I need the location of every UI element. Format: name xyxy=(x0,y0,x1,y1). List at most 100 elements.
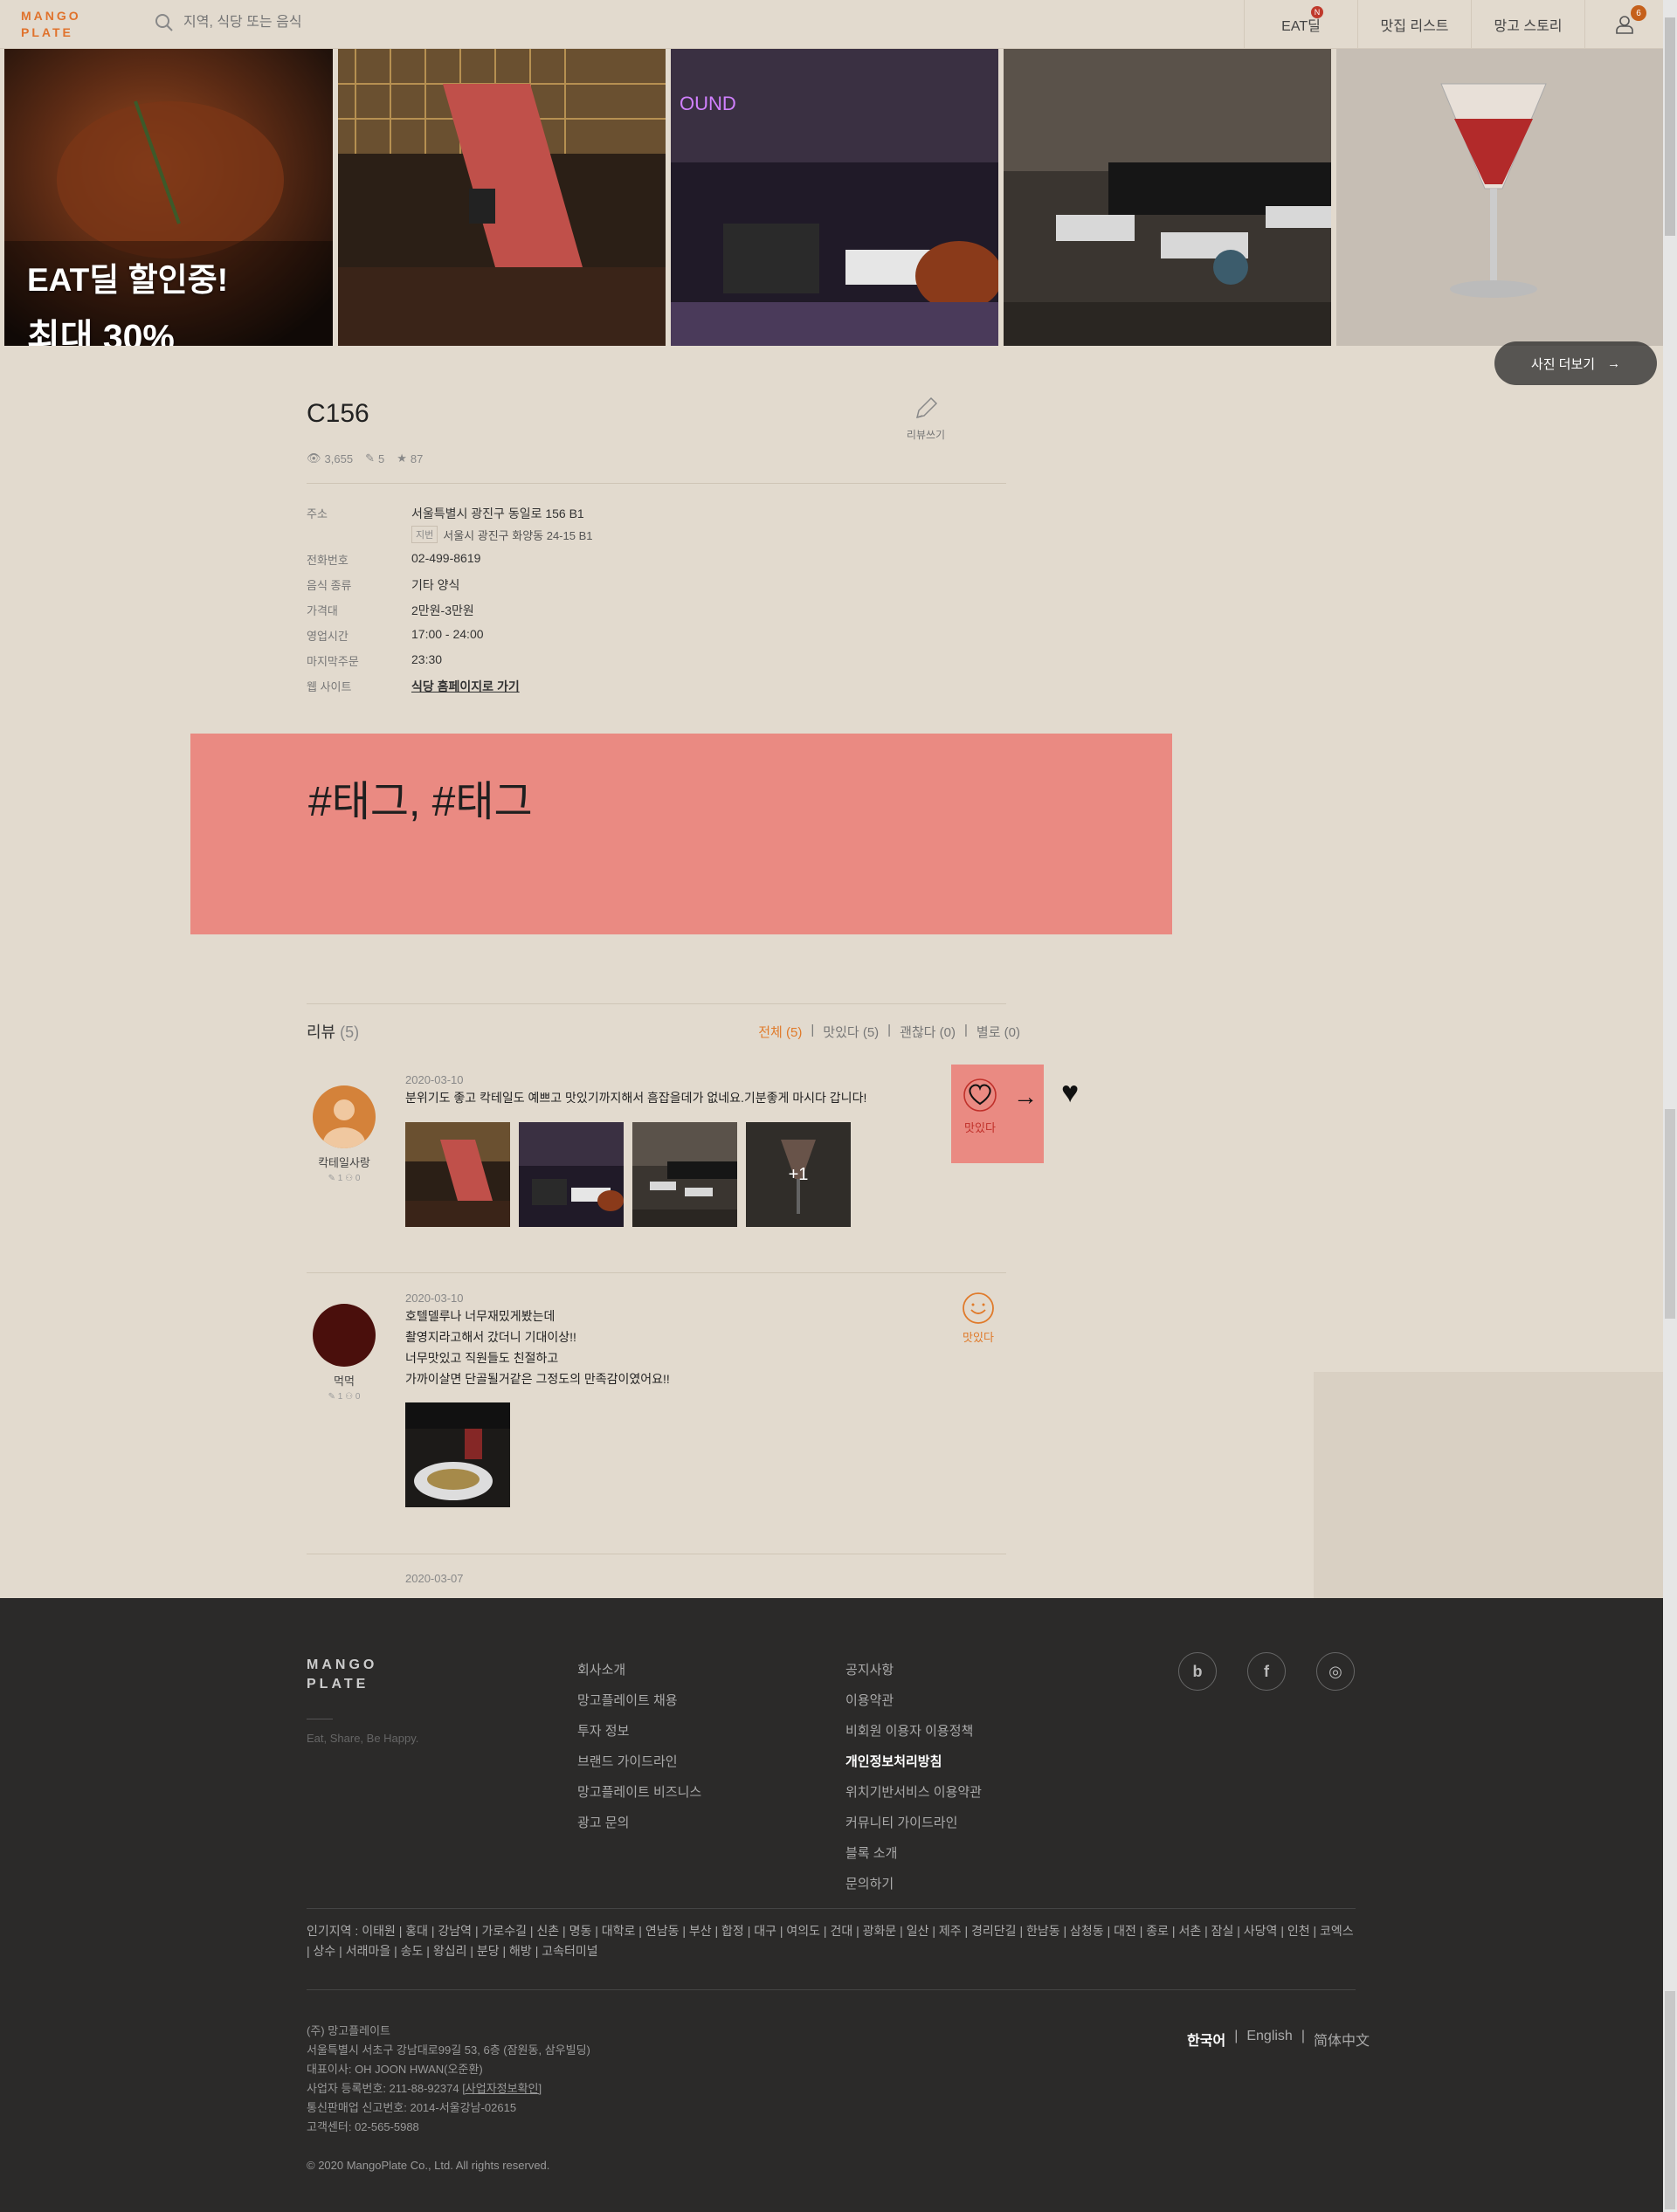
popular-regions[interactable]: 인기지역 : 이태원 | 홍대 | 강남역 | 가로수길 | 신촌 | 명동 |… xyxy=(307,1921,1356,1961)
nav-list[interactable]: 맛집 리스트 xyxy=(1357,0,1471,49)
lang-korean[interactable]: 한국어 xyxy=(1187,2029,1225,2050)
divider xyxy=(307,1908,1356,1909)
restaurant-name: C156 xyxy=(307,399,369,428)
company-info: (주) 망고플레이트 서울특별시 서초구 강남대로99길 53, 6층 (잠원동… xyxy=(307,2022,590,2137)
scrollbar-thumb[interactable] xyxy=(1665,1109,1675,1319)
reviews-count: 5 xyxy=(377,451,385,465)
user-badge: 6 xyxy=(1631,5,1646,21)
divider xyxy=(307,1003,1006,1004)
gallery-photo[interactable] xyxy=(1336,49,1663,346)
jibun-address: 지번 서울시 광진구 화양동 24-15 B1 xyxy=(411,526,593,543)
filter-good[interactable]: 맛있다 (5) xyxy=(823,1023,879,1041)
review-date: 2020-03-10 xyxy=(405,1073,464,1086)
rating-label: 맛있다 xyxy=(963,1331,994,1344)
footer-link[interactable]: 광고 문의 xyxy=(577,1808,701,1838)
mangoplate-logo[interactable]: MANGO PLATE xyxy=(21,8,91,39)
company-line: 통신판매업 신고번호: 2014-서울강남-02615 xyxy=(307,2101,517,2114)
info-value: 02-499-8619 xyxy=(411,551,481,565)
smile-icon xyxy=(963,1292,994,1324)
info-key: 마지막주문 xyxy=(307,655,359,668)
footer-link[interactable]: 비회원 이용자 이용정책 xyxy=(845,1716,982,1747)
search-bar[interactable] xyxy=(154,12,620,33)
scrollbar-track[interactable] xyxy=(1663,0,1677,2212)
photo-gallery: EAT딜 할인중! 최대 30% OUND 사진 더보기 → xyxy=(0,49,1663,385)
footer-link[interactable]: 커뮤니티 가이드라인 xyxy=(845,1808,982,1838)
review-author[interactable]: 먹먹 ✎ 1 ⚇ 0 xyxy=(305,1304,383,1402)
write-review-button[interactable]: 리뷰쓰기 xyxy=(900,393,952,442)
footer-link[interactable]: 브랜드 가이드라인 xyxy=(577,1747,701,1777)
write-review-label: 리뷰쓰기 xyxy=(906,429,946,441)
review-photo[interactable] xyxy=(519,1122,624,1227)
views-count: 3,655 xyxy=(324,451,354,465)
footer-logo[interactable]: MANGO PLATE xyxy=(307,1655,387,1696)
user-menu-button[interactable]: 6 xyxy=(1584,0,1663,49)
review-photo[interactable] xyxy=(405,1122,510,1227)
footer-links-policy: 공지사항 이용약관 비회원 이용자 이용정책 개인정보처리방침 위치기반서비스 … xyxy=(845,1655,982,1899)
footer-link[interactable]: 투자 정보 xyxy=(577,1716,701,1747)
svg-text:OUND: OUND xyxy=(680,93,736,114)
review-text: 호텔델루나 너무재밌게봤는데 촬영지라고해서 갔더니 기대이상!! 너무맛있고 … xyxy=(405,1306,670,1389)
review-line: 너무맛있고 직원들도 친절하고 xyxy=(405,1351,559,1365)
review-photo-more[interactable]: +1 xyxy=(746,1122,851,1227)
rating: 맛있다 xyxy=(952,1291,1004,1345)
scrollbar-thumb[interactable] xyxy=(1665,17,1675,236)
filter-all[interactable]: 전체 (5) xyxy=(758,1023,802,1041)
lang-english[interactable]: English xyxy=(1246,2029,1292,2050)
side-panel xyxy=(1314,1372,1663,1598)
more-photos-button[interactable]: 사진 더보기 → xyxy=(1494,341,1657,385)
search-input[interactable] xyxy=(183,15,620,31)
gallery-photo[interactable]: EAT딜 할인중! 최대 30% xyxy=(4,49,333,346)
scrollbar-thumb[interactable] xyxy=(1665,1991,1675,2209)
website-link[interactable]: 식당 홈페이지로 가기 xyxy=(411,678,520,695)
arrow-right-icon: → xyxy=(1013,1083,1038,1110)
gallery-photo[interactable]: OUND xyxy=(671,49,998,346)
arrow-right-icon: → xyxy=(1607,355,1621,371)
language-selector: 한국어 | English | 简体中文 xyxy=(1187,2029,1370,2050)
svg-text:PLATE: PLATE xyxy=(21,25,73,39)
review-date: 2020-03-10 xyxy=(405,1292,464,1305)
info-key: 가격대 xyxy=(307,604,338,617)
filter-bad[interactable]: 별로 (0) xyxy=(977,1023,1020,1041)
footer-link[interactable]: 망고플레이트 채용 xyxy=(577,1685,701,1716)
star-icon: ★ xyxy=(397,451,407,465)
gallery-photo[interactable] xyxy=(1004,49,1331,346)
facebook-icon[interactable]: f xyxy=(1247,1652,1286,1691)
info-row-price: 가격대 2만원-3만원 xyxy=(307,602,474,619)
divider xyxy=(307,1272,1006,1273)
footer-link[interactable]: 문의하기 xyxy=(845,1869,982,1899)
filter-ok[interactable]: 괜찮다 (0) xyxy=(900,1023,956,1041)
tag-box: #태그, #태그 xyxy=(190,734,1172,934)
footer-link[interactable]: 블록 소개 xyxy=(845,1838,982,1869)
nav-story[interactable]: 망고 스토리 xyxy=(1471,0,1584,49)
lang-chinese[interactable]: 简体中文 xyxy=(1314,2029,1370,2050)
footer-link[interactable]: 위치기반서비스 이용약관 xyxy=(845,1777,982,1808)
info-value: 서울특별시 광진구 동일로 156 B1 xyxy=(411,506,584,520)
svg-text:MANGO: MANGO xyxy=(21,9,81,23)
svg-text:MANGO: MANGO xyxy=(307,1657,377,1672)
review-photo[interactable] xyxy=(632,1122,737,1227)
info-row-website: 웹 사이트 식당 홈페이지로 가기 xyxy=(307,678,520,695)
author-name: 먹먹 xyxy=(334,1375,355,1388)
nav-eat-deal[interactable]: EAT딜 N xyxy=(1244,0,1357,49)
review-line: 가까이살면 단골될거같은 그정도의 만족감이였어요!! xyxy=(405,1372,670,1386)
footer-link[interactable]: 회사소개 xyxy=(577,1655,701,1685)
blog-icon[interactable]: b xyxy=(1178,1652,1217,1691)
info-row-address: 주소 서울특별시 광진구 동일로 156 B1 xyxy=(307,505,584,522)
instagram-icon[interactable]: ◎ xyxy=(1316,1652,1355,1691)
review-line: 호텔델루나 너무재밌게봤는데 xyxy=(405,1309,556,1323)
footer-link[interactable]: 망고플레이트 비즈니스 xyxy=(577,1777,701,1808)
more-photos-label: 사진 더보기 xyxy=(1530,356,1596,372)
info-key: 전화번호 xyxy=(307,554,349,567)
info-row-hours: 영업시간 17:00 - 24:00 xyxy=(307,627,484,644)
gallery-photo[interactable] xyxy=(338,49,666,346)
footer-link[interactable]: 공지사항 xyxy=(845,1655,982,1685)
rating-label: 맛있다 xyxy=(964,1121,996,1134)
review-author[interactable]: 칵테일사랑 ✎ 1 ⚇ 0 xyxy=(305,1085,383,1183)
info-key: 음식 종류 xyxy=(307,579,352,592)
footer-link[interactable]: 개인정보처리방침 xyxy=(845,1747,982,1777)
review-photo[interactable] xyxy=(405,1402,510,1507)
footer-link[interactable]: 이용약관 xyxy=(845,1685,982,1716)
eye-icon: 👁 xyxy=(307,451,321,465)
header: MANGO PLATE EAT딜 N 맛집 리스트 망고 스토리 6 xyxy=(0,0,1663,49)
biz-check-link[interactable]: [사업자정보확인] xyxy=(462,2082,542,2095)
